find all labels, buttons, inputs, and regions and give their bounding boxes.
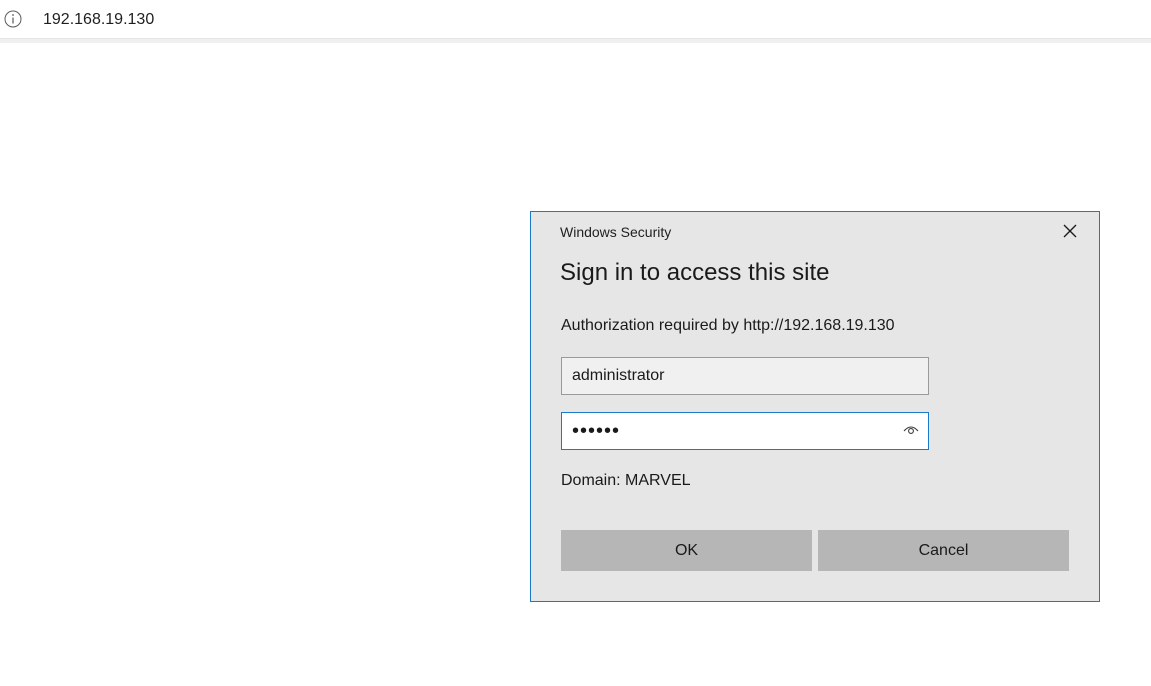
close-button[interactable] [1052, 220, 1088, 246]
close-icon [1063, 224, 1077, 243]
reveal-password-button[interactable] [899, 424, 923, 440]
domain-text: Domain: MARVEL [561, 472, 691, 489]
ok-button[interactable]: OK [561, 530, 812, 571]
address-bar: 192.168.19.130 [0, 0, 1151, 39]
windows-security-dialog: Windows Security Sign in to access this … [530, 211, 1100, 602]
authorization-text: Authorization required by http://192.168… [561, 317, 895, 334]
dialog-caption: Windows Security [560, 224, 672, 240]
url-text[interactable]: 192.168.19.130 [43, 10, 154, 30]
eye-icon [903, 423, 919, 441]
cancel-button[interactable]: Cancel [818, 530, 1069, 571]
info-icon[interactable] [4, 10, 22, 28]
dialog-title: Sign in to access this site [560, 259, 830, 286]
address-bar-divider [0, 39, 1151, 43]
password-field[interactable] [561, 412, 929, 450]
username-field[interactable] [561, 357, 929, 395]
